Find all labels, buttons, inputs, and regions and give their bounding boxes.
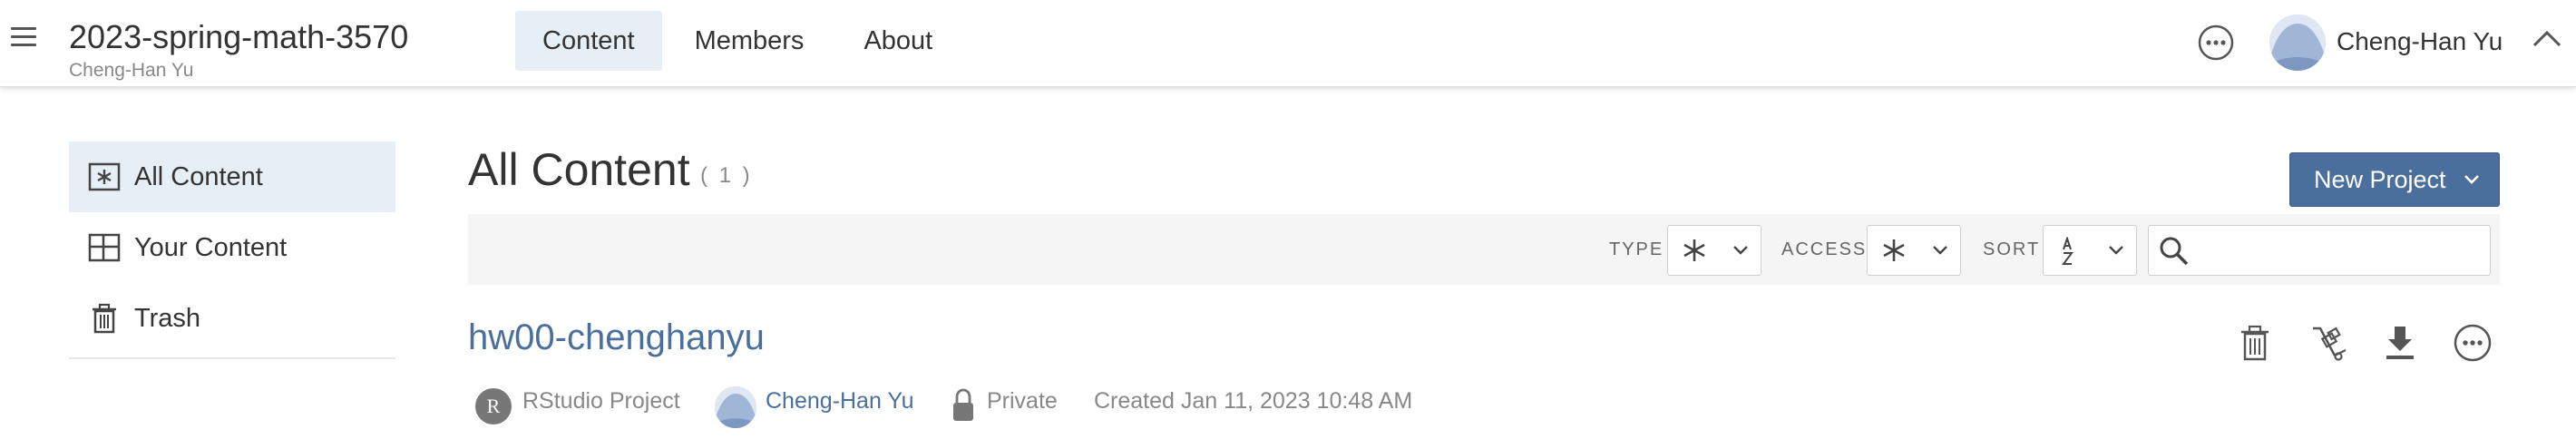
- asterisk-icon: [1883, 239, 1905, 261]
- chevron-down-icon: [1733, 246, 1748, 255]
- sidebar-item-all-content[interactable]: All Content: [69, 141, 395, 212]
- access-filter-label: ACCESS: [1781, 239, 1868, 259]
- new-project-button[interactable]: New Project: [2289, 152, 2500, 207]
- top-header: 2023-spring-math-3570 Cheng-Han Yu Conte…: [0, 0, 2576, 87]
- search-input[interactable]: [2198, 231, 2479, 269]
- content-access: Private: [987, 388, 1058, 414]
- chevron-down-icon: [2109, 246, 2123, 255]
- menu-icon[interactable]: [11, 27, 36, 51]
- chevron-down-icon: [2464, 175, 2479, 184]
- asterisk-box-icon: [87, 160, 122, 194]
- space-owner: Cheng-Han Yu: [69, 60, 194, 81]
- tab-bar: Content Members About: [515, 11, 965, 71]
- sort-filter-label: SORT: [1983, 239, 2041, 259]
- move-cart-icon[interactable]: [2309, 323, 2349, 363]
- page-title: All Content: [468, 144, 690, 195]
- sort-select[interactable]: [2043, 225, 2137, 276]
- user-avatar[interactable]: [2269, 15, 2326, 71]
- new-project-label: New Project: [2314, 165, 2446, 193]
- content-count: ( 1 ): [700, 163, 753, 188]
- trash-icon: [87, 301, 122, 336]
- tab-members[interactable]: Members: [668, 11, 832, 71]
- more-options-icon[interactable]: [2197, 24, 2235, 62]
- sidebar-divider: [69, 357, 395, 359]
- download-icon[interactable]: [2382, 323, 2422, 363]
- type-filter-select[interactable]: [1667, 225, 1761, 276]
- search-icon: [2160, 237, 2189, 266]
- chevron-up-icon[interactable]: [2531, 25, 2563, 53]
- rstudio-badge-icon: R: [475, 388, 512, 424]
- content-created-date: Created Jan 11, 2023 10:48 AM: [1094, 388, 1413, 414]
- lock-icon: [953, 388, 973, 421]
- sidebar-item-trash[interactable]: Trash: [69, 283, 395, 354]
- sidebar-item-your-content[interactable]: Your Content: [69, 212, 395, 283]
- search-box: [2148, 225, 2491, 276]
- sidebar-item-label: All Content: [134, 161, 263, 191]
- type-filter-label: TYPE: [1609, 239, 1664, 259]
- content-type: RStudio Project: [522, 388, 680, 414]
- sort-az-icon: [2062, 237, 2073, 265]
- sidebar-item-label: Trash: [134, 303, 201, 333]
- chevron-down-icon: [1933, 246, 1947, 255]
- owner-avatar: [715, 386, 756, 428]
- trash-icon[interactable]: [2237, 323, 2277, 363]
- space-title: 2023-spring-math-3570: [69, 18, 409, 55]
- more-options-icon[interactable]: [2453, 323, 2493, 363]
- user-name[interactable]: Cheng-Han Yu: [2337, 27, 2503, 56]
- filter-bar: TYPE ACCESS SORT: [468, 214, 2500, 285]
- content-owner[interactable]: Cheng-Han Yu: [766, 388, 914, 415]
- sidebar-item-label: Your Content: [134, 232, 288, 262]
- sidebar: All Content Your Content Trash: [69, 141, 395, 359]
- asterisk-icon: [1683, 239, 1705, 261]
- content-item-title[interactable]: hw00-chenghanyu: [468, 317, 765, 358]
- tab-about[interactable]: About: [836, 11, 960, 71]
- access-filter-select[interactable]: [1867, 225, 1961, 276]
- tab-content[interactable]: Content: [515, 11, 662, 71]
- layout-grid-icon: [87, 230, 122, 265]
